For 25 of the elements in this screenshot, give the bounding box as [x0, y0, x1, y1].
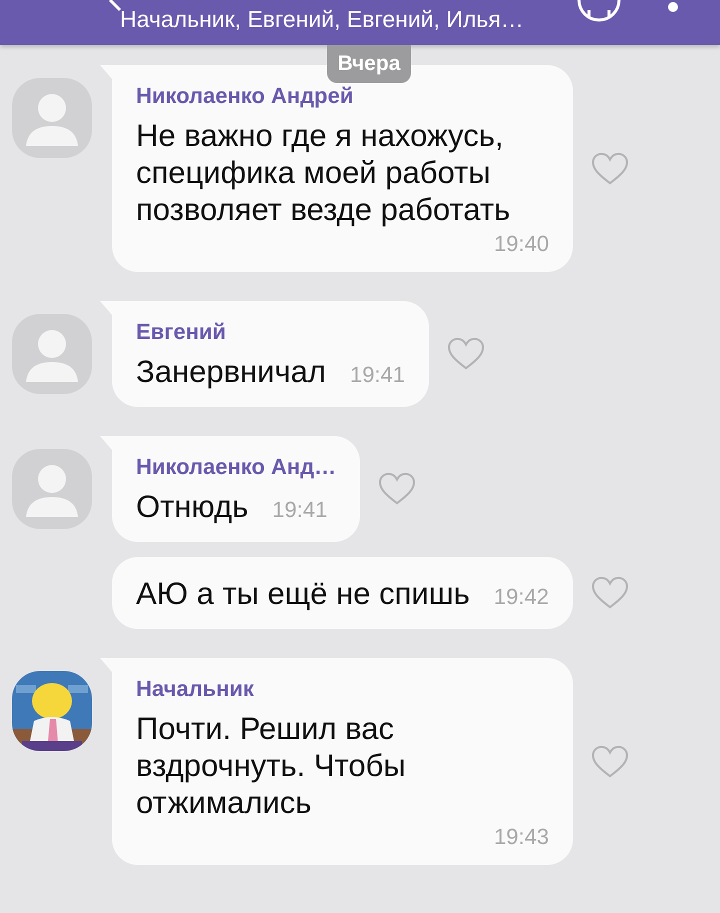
heart-icon[interactable]: [591, 744, 629, 778]
message-time: 19:43: [492, 823, 549, 851]
heart-icon[interactable]: [590, 576, 629, 610]
message-time: 19:41: [350, 362, 406, 387]
avatar-icon: [12, 314, 92, 394]
sender-name: Николаенко Анд…: [136, 454, 336, 480]
message-text: АЮ а ты ещё не спишь: [136, 576, 470, 611]
message-time: 19:41: [272, 497, 328, 522]
message-time: 19:40: [492, 230, 549, 258]
message-time: 19:42: [494, 584, 549, 609]
chat-members: Начальник, Евгений, Евгений, Илья…: [120, 6, 524, 33]
sender-name: Николаенко Андрей: [136, 83, 354, 109]
avatar-icon: [12, 78, 92, 158]
message-text: Отнюдь: [136, 489, 248, 524]
message-text: Почти. Решил вас вздрочнуть. Чтобы отжимались: [136, 711, 406, 820]
heart-icon[interactable]: [378, 472, 416, 506]
message-text: Не важно где я нахожусь, специфика моей работы позволяет везде работать: [136, 118, 510, 227]
heart-icon[interactable]: [447, 337, 486, 371]
sender-name: Начальник: [136, 676, 255, 702]
heart-icon[interactable]: [591, 152, 629, 186]
message-text: Занервничал: [136, 354, 326, 389]
avatar-icon: [12, 449, 92, 529]
menu-icon[interactable]: [668, 0, 678, 14]
sender-name: Евгений: [136, 319, 227, 345]
group-icon[interactable]: [576, 0, 622, 22]
